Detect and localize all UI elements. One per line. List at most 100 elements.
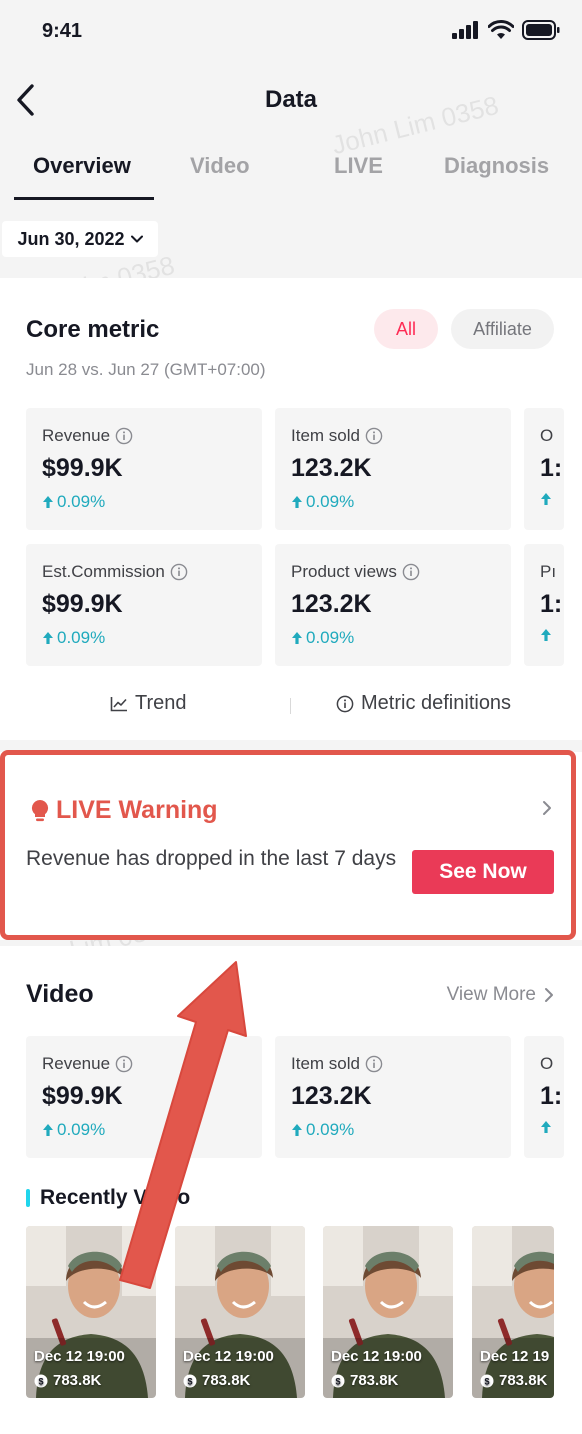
arrow-up-icon [43,632,53,644]
signal-icon [452,21,478,39]
live-warning-title-row: LIVE Warning [30,796,218,825]
coin-icon: $ [331,1374,345,1387]
recent-videos-heading: Recently Video [26,1186,190,1210]
coin-icon: $ [183,1374,197,1387]
section-accent-bar [26,1189,30,1207]
tab-video[interactable]: Video [190,153,250,179]
metric-delta-value: 0.09% [306,1120,355,1139]
status-bar: 9:41 [0,0,582,62]
chevron-right-icon [545,988,553,1002]
view-more-link[interactable]: View More [447,984,554,1006]
metric-value: $99.9K [42,1082,123,1110]
video-views-count: 783.8K [202,1372,251,1389]
metric-delta: 0.09% [42,1120,105,1140]
info-icon[interactable] [365,427,383,445]
video-metric-card-revenue[interactable]: Revenue $99.9K 0.09% [26,1036,262,1158]
metric-delta [540,1120,552,1134]
arrow-up-icon [292,632,302,644]
nav-header: Data [0,70,582,130]
arrow-up-icon [292,1124,302,1136]
metric-value: $99.9K [42,454,123,482]
tab-live[interactable]: LIVE [334,153,383,179]
info-icon[interactable] [365,1055,383,1073]
svg-text:$: $ [335,1376,340,1386]
metric-label-row: Item sold [291,1054,383,1074]
metric-delta [540,492,552,506]
live-warning-chevron[interactable] [542,800,552,821]
video-date: Dec 12 19:00 [331,1348,422,1365]
metric-delta: 0.09% [291,628,354,648]
trend-chart-icon [110,696,127,711]
metric-card-revenue[interactable]: Revenue $99.9K 0.09% [26,408,262,530]
video-section-title: Video [26,980,94,1008]
info-icon[interactable] [402,563,420,581]
page-title: Data [264,86,318,113]
coin-icon: $ [480,1374,494,1387]
metric-label: Item sold [291,426,360,445]
trend-label: Trend [135,692,187,714]
metric-label-row: Product views [291,562,420,582]
active-tab-indicator [14,197,154,200]
info-icon [336,695,354,712]
arrow-up-icon [541,1121,551,1133]
metric-value: 123.2K [291,590,372,618]
metric-value: 1: [540,1082,563,1110]
metric-card-est-commission[interactable]: Est.Commission $99.9K 0.09% [26,544,262,666]
video-metric-card-partial[interactable]: O 1: [524,1036,564,1158]
filter-affiliate-button[interactable]: Affiliate [451,309,554,349]
video-date: Dec 12 19 [480,1348,550,1365]
metric-delta-value: 0.09% [57,492,106,511]
metric-delta: 0.09% [42,628,105,648]
metric-card-partial[interactable]: Pı 1: [524,544,564,666]
metric-definitions-button[interactable]: Metric definitions [336,692,511,715]
video-thumbnail[interactable]: Dec 12 19:00 $ 783.8K [323,1226,453,1398]
video-views-count: 783.8K [499,1372,548,1389]
metric-label: Product views [291,562,397,581]
arrow-up-icon [541,493,551,505]
metric-label: Revenue [42,1054,111,1073]
arrow-up-icon [292,496,302,508]
metric-label-row: Revenue [42,1054,133,1074]
divider [290,698,291,714]
info-icon[interactable] [115,427,133,445]
metric-definitions-label: Metric definitions [361,692,512,714]
see-now-button[interactable]: See Now [412,850,554,894]
info-icon[interactable] [170,563,188,581]
video-metric-card-item-sold[interactable]: Item sold 123.2K 0.09% [275,1036,511,1158]
arrow-up-icon [43,1124,53,1136]
live-warning-message: Revenue has dropped in the last 7 days [26,847,397,870]
filter-all-button[interactable]: All [374,309,438,349]
core-metric-title: Core metric [26,316,160,343]
svg-text:$: $ [187,1376,192,1386]
video-thumbnail[interactable]: Dec 12 19:00 $ 783.8K [175,1226,305,1398]
video-views: $ 783.8K [331,1372,398,1389]
coin-icon: $ [34,1374,48,1387]
metric-label-row: Revenue [42,426,133,446]
video-date: Dec 12 19:00 [34,1348,125,1365]
battery-icon [522,20,560,40]
metric-card-item-sold[interactable]: Item sold 123.2K 0.09% [275,408,511,530]
date-filter-dropdown[interactable]: Jun 30, 2022 [2,221,158,257]
metric-label: Item sold [291,1054,360,1073]
wifi-icon [488,20,514,39]
tab-diagnosis[interactable]: Diagnosis [444,153,549,179]
metric-card-product-views[interactable]: Product views 123.2K 0.09% [275,544,511,666]
metric-label: O [540,426,554,445]
video-views: $ 783.8K [480,1372,547,1389]
video-thumbnail[interactable]: Dec 12 19 $ 783.8K [472,1226,554,1398]
core-metric-card: Core metric All Affiliate Jun 28 vs. Jun… [0,278,582,740]
tab-overview[interactable]: Overview [33,153,131,179]
video-views: $ 783.8K [34,1372,101,1389]
metric-delta-value: 0.09% [57,628,106,647]
arrow-up-icon [541,629,551,641]
comparison-period: Jun 28 vs. Jun 27 (GMT+07:00) [26,360,266,379]
metric-label-row: Est.Commission [42,562,188,582]
info-icon[interactable] [115,1055,133,1073]
live-warning-card[interactable]: LIVE Warning Revenue has dropped in the … [0,752,582,940]
video-thumbnail[interactable]: Dec 12 19:00 $ 783.8K [26,1226,156,1398]
metric-card-partial[interactable]: O 1: [524,408,564,530]
arrow-up-icon [43,496,53,508]
trend-button[interactable]: Trend [110,692,187,715]
metric-value: 123.2K [291,454,372,482]
live-warning-title: LIVE Warning [56,796,218,824]
